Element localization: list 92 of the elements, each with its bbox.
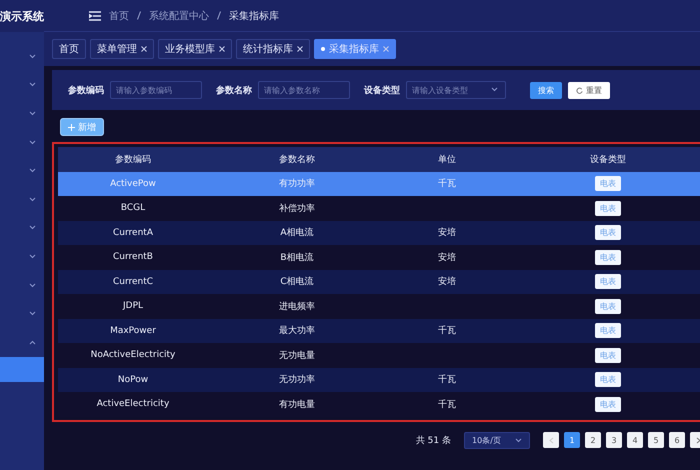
device-type-tag: 电表: [595, 176, 621, 192]
table-cell-text: 安培: [437, 252, 457, 264]
chevron-down-icon: [29, 254, 36, 259]
table-cell-text: 补偿功率: [278, 202, 316, 215]
page-button[interactable]: 6: [669, 432, 685, 448]
table-cell-text: 有功电量: [278, 398, 316, 411]
plus-icon: [68, 124, 75, 130]
menu-icon[interactable]: [89, 10, 101, 20]
breadcrumb-separator-icon: [137, 11, 141, 20]
table-cell-text: JDPL: [122, 301, 144, 312]
page-tab[interactable]: 业务模型库: [158, 39, 232, 59]
chevron-down-icon: [29, 140, 36, 145]
device-type-tag: 电表: [595, 200, 621, 216]
chevron-down-icon: [29, 282, 36, 288]
page-tab[interactable]: 菜单管理: [90, 39, 154, 59]
close-icon[interactable]: [219, 46, 225, 52]
table-cell-text: 安培: [437, 226, 457, 240]
page-size-select[interactable]: 10条/页: [464, 432, 530, 448]
close-icon[interactable]: [297, 46, 303, 52]
table-cell-text: 千瓦: [437, 324, 457, 338]
device-type-tag: 电表: [595, 298, 621, 314]
close-icon[interactable]: [141, 46, 147, 52]
filter-label: 设备类型: [364, 84, 400, 96]
input-field[interactable]: 请输入参数编码: [110, 81, 202, 99]
table-row[interactable]: CurrentC C相电流 安培 电表: [58, 270, 700, 294]
chevron-down-icon: [29, 311, 36, 316]
page-button[interactable]: 3: [606, 432, 622, 448]
table-cell-text: CurrentC: [112, 276, 154, 287]
table-cell-text: 进电频率: [278, 300, 316, 313]
table-cell-text: MaxPower: [109, 326, 157, 336]
chevron-up-icon: [29, 340, 36, 345]
column-header: 参数名称: [278, 154, 316, 166]
column-header: 单位: [437, 154, 457, 166]
table-cell-text: ActiveElectricity: [96, 399, 170, 410]
page-button[interactable]: 4: [627, 432, 643, 448]
page-tab[interactable]: 统计指标库: [236, 39, 310, 59]
table-cell-text: C相电流: [279, 276, 315, 288]
table-cell-text: B相电流: [279, 252, 315, 264]
page-button[interactable]: 2: [585, 432, 601, 448]
table-cell-text: 有功功率: [278, 178, 316, 190]
device-type-tag: 电表: [595, 225, 621, 240]
table-cell-text: 安培: [437, 276, 457, 288]
select-field[interactable]: 请输入设备类型: [406, 81, 506, 99]
chevron-down-icon: [29, 168, 36, 174]
table-cell-text: ActivePow: [109, 178, 157, 189]
table-cell-text: A相电流: [279, 226, 315, 240]
total-count: 共 51 条: [416, 434, 451, 446]
table-row[interactable]: CurrentA A相电流 安培 电表: [58, 220, 700, 245]
filter-label: 参数名称: [216, 84, 252, 96]
reset-button[interactable]: 重置: [568, 82, 610, 98]
table-cell-text: CurrentA: [112, 228, 154, 238]
app-title: 演示系统: [0, 8, 44, 24]
table-cell-text: CurrentB: [112, 252, 154, 262]
refresh-icon: [576, 86, 583, 94]
breadcrumb-separator-icon: [217, 11, 221, 20]
table-cell-text: 千瓦: [437, 398, 457, 411]
table-row[interactable]: NoPow 无功功率 千瓦 电表: [58, 368, 700, 392]
input-field[interactable]: 请输入参数名称: [258, 81, 350, 99]
table-cell-text: 最大功率: [278, 324, 316, 338]
page-button[interactable]: 5: [648, 432, 664, 448]
filter-label: 参数编码: [68, 84, 104, 96]
table-cell-text: 无功功率: [278, 374, 316, 386]
device-type-tag: 电表: [595, 348, 621, 363]
breadcrumb-link[interactable]: 采集指标库: [229, 8, 279, 22]
chevron-right-icon: [696, 436, 700, 444]
column-header: 设备类型: [589, 154, 627, 166]
chevron-down-icon: [29, 82, 36, 88]
device-type-tag: 电表: [595, 372, 621, 388]
chevron-down-icon: [514, 438, 522, 442]
chevron-down-icon: [491, 87, 498, 92]
table-cell-text: 无功电量: [278, 350, 316, 362]
chevron-down-icon: [29, 196, 36, 202]
table-row[interactable]: MaxPower 最大功率 千瓦 电表: [58, 318, 700, 343]
table-cell-text: NoActiveElectricity: [90, 350, 176, 360]
column-header: 参数编码: [114, 154, 152, 166]
sidebar-item[interactable]: [0, 356, 44, 382]
chevron-down-icon: [29, 110, 36, 116]
breadcrumb-link[interactable]: 系统配置中心: [149, 8, 209, 22]
chevron-down-icon: [29, 54, 36, 59]
table-cell-text: NoPow: [116, 374, 150, 385]
device-type-tag: 电表: [595, 274, 621, 290]
chevron-down-icon: [29, 225, 36, 230]
table-cell-text: 千瓦: [437, 374, 457, 386]
device-type-tag: 电表: [595, 250, 621, 265]
device-type-tag: 电表: [595, 323, 621, 338]
page-tab[interactable]: 首页: [52, 39, 86, 59]
table-cell-text: BCGL: [120, 203, 146, 214]
breadcrumb-link[interactable]: 首页: [109, 8, 129, 22]
active-dot-icon: [321, 47, 325, 51]
table-cell-text: 千瓦: [437, 178, 457, 190]
chevron-left-icon: [548, 436, 554, 444]
device-type-tag: 电表: [595, 396, 621, 412]
